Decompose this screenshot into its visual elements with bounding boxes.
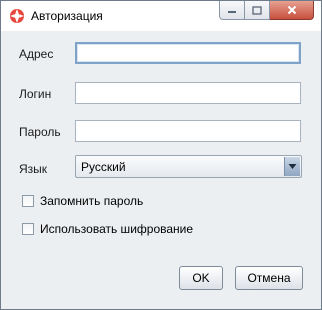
title-bar[interactable]: Авторизация [1, 1, 321, 31]
login-label: Логин [19, 87, 52, 101]
use-encryption-row[interactable]: Использовать шифрование [22, 222, 193, 236]
maximize-icon [252, 5, 262, 15]
remember-password-label: Запомнить пароль [40, 194, 144, 208]
password-label: Пароль [19, 125, 61, 139]
app-logo-icon [10, 9, 24, 23]
use-encryption-checkbox[interactable] [22, 223, 34, 235]
ok-button[interactable]: OK [179, 266, 223, 290]
auth-dialog: Авторизация Адрес Логин Пароль Язык Русс… [0, 0, 322, 310]
password-input[interactable] [75, 120, 301, 142]
language-label: Язык [19, 162, 48, 176]
language-select[interactable]: Русский [75, 155, 302, 178]
window-title: Авторизация [31, 9, 103, 23]
login-input[interactable] [75, 82, 301, 104]
cancel-button[interactable]: Отмена [235, 266, 303, 290]
address-label: Адрес [19, 47, 54, 61]
remember-password-row[interactable]: Запомнить пароль [22, 194, 143, 208]
dialog-content: Адрес Логин Пароль Язык Русский Запомнит… [8, 31, 314, 301]
use-encryption-label: Использовать шифрование [40, 222, 194, 236]
minimize-icon [228, 11, 236, 13]
close-button[interactable] [270, 1, 314, 20]
chevron-down-icon [288, 164, 297, 169]
remember-password-checkbox[interactable] [22, 195, 34, 207]
address-input[interactable] [75, 42, 301, 64]
window-controls [219, 1, 314, 21]
language-selected-value: Русский [81, 160, 126, 174]
close-icon [287, 5, 296, 15]
maximize-button[interactable] [245, 1, 270, 20]
dropdown-button[interactable] [284, 157, 300, 176]
minimize-button[interactable] [219, 1, 245, 20]
